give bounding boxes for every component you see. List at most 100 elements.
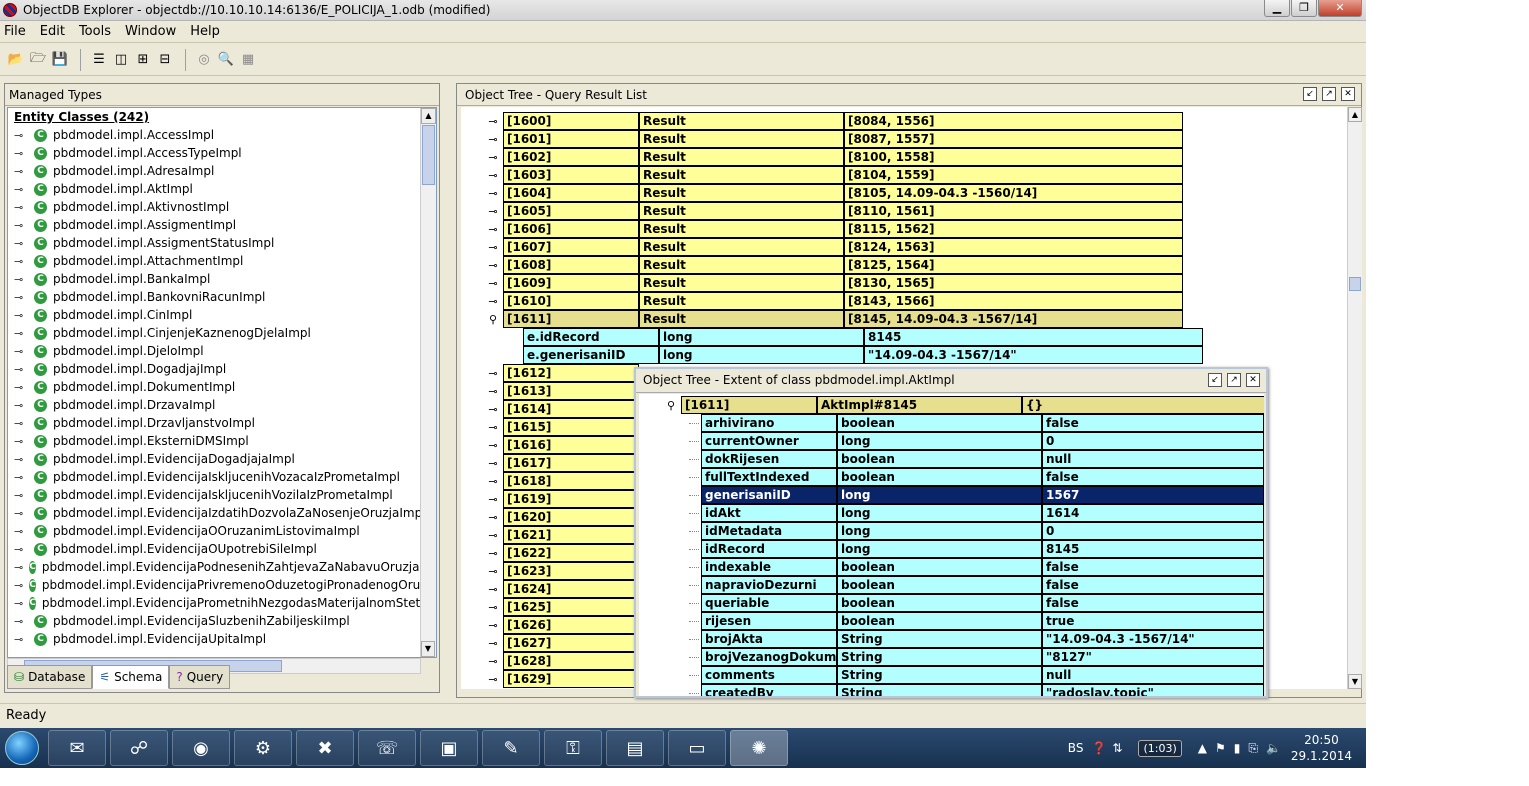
maximize-panel-icon[interactable]: ↗ <box>1227 373 1241 387</box>
expand-key-icon[interactable]: ⊸ <box>14 471 28 484</box>
entity-class-item[interactable]: ⊸ Cpbdmodel.impl.CinjenjeKaznenogDjelaImp… <box>8 324 436 342</box>
entity-class-item[interactable]: ⊸ Cpbdmodel.impl.AktivnostImpl <box>8 198 436 216</box>
expand-key-icon[interactable]: ⊸ <box>14 201 28 214</box>
expand-toggle-icon[interactable]: ⊸ <box>483 670 503 688</box>
entity-class-item[interactable]: ⊸ Cpbdmodel.impl.EvidencijaUpitaImpl <box>8 630 436 648</box>
entity-class-item[interactable]: ⊸ Cpbdmodel.impl.CinImpl <box>8 306 436 324</box>
entity-class-item[interactable]: ⊸ Cpbdmodel.impl.DokumentImpl <box>8 378 436 396</box>
result-row[interactable]: ⊸ [1603] Result [8104, 1559] <box>483 166 1183 184</box>
entity-class-item[interactable]: ⊸ Cpbdmodel.impl.EvidencijaDogadjajaImpl <box>8 450 436 468</box>
extent-field-row[interactable]: napravioDezurni boolean false <box>689 576 1264 594</box>
expand-toggle-icon[interactable]: ⊸ <box>483 544 503 562</box>
result-row[interactable]: ⊸ [1608] Result [8125, 1564] <box>483 256 1183 274</box>
expand-key-icon[interactable]: ⊸ <box>14 381 28 394</box>
expand-toggle-icon[interactable]: ⊸ <box>483 166 503 184</box>
scroll-down-icon[interactable]: ▼ <box>421 641 435 657</box>
entity-classes-header[interactable]: Entity Classes (242) <box>8 108 436 126</box>
java-ee-ide-icon[interactable]: ⚙ <box>234 730 292 766</box>
entity-class-item[interactable]: ⊸ Cpbdmodel.impl.EvidencijaIzdatihDozvola… <box>8 504 436 522</box>
show-hidden-icons-icon[interactable]: ▲ <box>1198 741 1207 755</box>
expand-key-icon[interactable]: ⊸ <box>14 507 28 520</box>
entity-class-item[interactable]: ⊸ Cpbdmodel.impl.BankovniRacunImpl <box>8 288 436 306</box>
minimize-panel-icon[interactable]: ↙ <box>1208 373 1222 387</box>
extent-field-row[interactable]: idAkt long 1614 <box>689 504 1264 522</box>
open-folder-icon[interactable]: 📂 <box>6 50 26 70</box>
zoom-icon[interactable]: 🔍 <box>216 50 236 70</box>
expand-key-icon[interactable]: ⊸ <box>14 309 28 322</box>
expand-key-icon[interactable]: ⊸ <box>14 543 28 556</box>
entity-class-item[interactable]: ⊸ Cpbdmodel.impl.AttachmentImpl <box>8 252 436 270</box>
expand-toggle-icon[interactable]: ⊸ <box>483 418 503 436</box>
expand-key-icon[interactable]: ⊸ <box>14 147 28 160</box>
entity-class-item[interactable]: ⊸ Cpbdmodel.impl.AssigmentImpl <box>8 216 436 234</box>
expand-key-icon[interactable]: ⊸ <box>14 363 28 376</box>
close-button[interactable]: ✕ <box>1318 0 1362 17</box>
result-row[interactable]: ⊸ [1600] Result [8084, 1556] <box>483 112 1183 130</box>
open-file-icon[interactable]: 🗁 <box>28 50 48 70</box>
minimize-panel-icon[interactable]: ↙ <box>1303 87 1317 101</box>
extent-field-row[interactable]: dokRijesen boolean null <box>689 450 1264 468</box>
entity-class-item[interactable]: ⊸ Cpbdmodel.impl.EksterniDMSImpl <box>8 432 436 450</box>
result-row[interactable]: ⊸ [1613] <box>483 382 639 400</box>
expand-toggle-icon[interactable]: ⊸ <box>483 472 503 490</box>
expand-toggle-icon[interactable]: ⊸ <box>483 562 503 580</box>
result-row[interactable]: ⊸ [1610] Result [8143, 1566] <box>483 292 1183 310</box>
extent-field-row[interactable]: currentOwner long 0 <box>689 432 1264 450</box>
result-row[interactable]: ⊸ [1628] <box>483 652 639 670</box>
entity-class-item[interactable]: ⊸ Cpbdmodel.impl.EvidencijaOUpotrebiSileI… <box>8 540 436 558</box>
expand-toggle-icon[interactable]: ⊸ <box>483 202 503 220</box>
grid-icon[interactable]: ▦ <box>238 50 258 70</box>
expanded-field-row[interactable]: e.generisaniID long "14.09-04.3 -1567/14" <box>523 346 1203 364</box>
expand-key-icon[interactable]: ⊸ <box>14 615 28 628</box>
close-panel-icon[interactable]: ✕ <box>1246 373 1260 387</box>
table-view-icon[interactable]: ⊟ <box>155 50 175 70</box>
scroll-thumb[interactable] <box>422 125 435 185</box>
expand-toggle-icon[interactable]: ⊸ <box>483 454 503 472</box>
extent-field-row[interactable]: queriable boolean false <box>689 594 1264 612</box>
entity-class-item[interactable]: ⊸ Cpbdmodel.impl.EvidencijaIskljucenihVoz… <box>8 486 436 504</box>
expand-toggle-icon[interactable]: ⊸ <box>483 400 503 418</box>
entity-class-item[interactable]: ⊸ Cpbdmodel.impl.EvidencijaPrometnihNezgo… <box>8 594 436 612</box>
entity-class-item[interactable]: ⊸ Cpbdmodel.impl.AdresaImpl <box>8 162 436 180</box>
menu-window[interactable]: Window <box>125 24 176 39</box>
terminal-icon[interactable]: ▭ <box>668 730 726 766</box>
expand-toggle-icon[interactable]: ⊸ <box>483 580 503 598</box>
expand-key-icon[interactable]: ⊸ <box>14 345 28 358</box>
extent-root-row[interactable]: ⚲ [1611] AktImpl#8145{} <box>661 396 1264 414</box>
expanded-field-row[interactable]: e.idRecord long 8145 <box>523 328 1203 346</box>
extent-field-row[interactable]: idRecord long 8145 <box>689 540 1264 558</box>
expand-toggle-icon[interactable]: ⊸ <box>483 598 503 616</box>
expand-key-icon[interactable]: ⊸ <box>14 417 28 430</box>
expand-toggle-icon[interactable]: ⊸ <box>483 112 503 130</box>
result-row[interactable]: ⊸ [1621] <box>483 526 639 544</box>
menu-help[interactable]: Help <box>190 24 220 39</box>
expand-toggle-icon[interactable]: ⊸ <box>483 292 503 310</box>
result-row[interactable]: ⊸ [1623] <box>483 562 639 580</box>
expand-key-icon[interactable]: ⊸ <box>14 489 28 502</box>
entity-class-item[interactable]: ⊸ Cpbdmodel.impl.AccessTypeImpl <box>8 144 436 162</box>
result-row[interactable]: ⊸ [1602] Result [8100, 1558] <box>483 148 1183 166</box>
expand-toggle-icon[interactable]: ⊸ <box>483 490 503 508</box>
flag-icon[interactable]: ⚑ <box>1215 741 1226 755</box>
extent-field-row[interactable]: generisaniID long 1567 <box>689 486 1264 504</box>
tab-database[interactable]: ⛁ Database <box>7 665 93 689</box>
result-row[interactable]: ⊸ [1601] Result [8087, 1557] <box>483 130 1183 148</box>
entity-class-item[interactable]: ⊸ Cpbdmodel.impl.AssigmentStatusImpl <box>8 234 436 252</box>
expand-toggle-icon[interactable]: ⊸ <box>483 238 503 256</box>
entity-class-item[interactable]: ⊸ Cpbdmodel.impl.AktImpl <box>8 180 436 198</box>
expand-key-icon[interactable]: ⊸ <box>14 255 28 268</box>
close-panel-icon[interactable]: ✕ <box>1341 87 1355 101</box>
scroll-thumb[interactable] <box>1349 277 1361 291</box>
entity-class-item[interactable]: ⊸ Cpbdmodel.impl.EvidencijaPrivremenoOduz… <box>8 576 436 594</box>
entity-class-item[interactable]: ⊸ Cpbdmodel.impl.EvidencijaSluzbenihZabil… <box>8 612 436 630</box>
maximize-button[interactable]: ❐ <box>1291 0 1317 17</box>
result-row[interactable]: ⊸ [1626] <box>483 616 639 634</box>
lync-icon[interactable]: ☍ <box>110 730 168 766</box>
expand-key-icon[interactable]: ⊸ <box>14 165 28 178</box>
scroll-up-icon[interactable]: ▲ <box>421 108 436 124</box>
scroll-down-icon[interactable]: ▼ <box>1348 674 1362 689</box>
extent-title-bar[interactable]: Object Tree - Extent of class pbdmodel.i… <box>636 369 1266 393</box>
expand-toggle-icon[interactable]: ⊸ <box>483 616 503 634</box>
expand-toggle-icon[interactable]: ⊸ <box>483 436 503 454</box>
extent-field-row[interactable]: arhivirano boolean false <box>689 414 1264 432</box>
